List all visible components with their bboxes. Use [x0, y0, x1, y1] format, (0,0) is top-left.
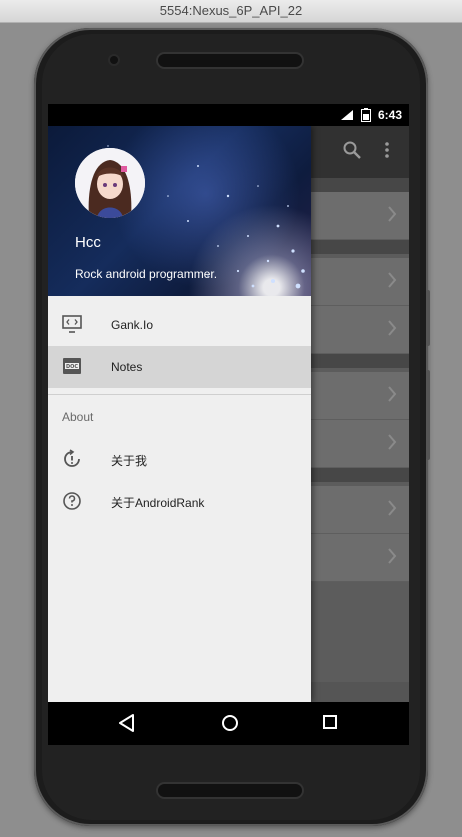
info-refresh-icon: [64, 449, 80, 467]
avatar-image: [75, 148, 145, 218]
status-time: 6:43: [377, 108, 402, 122]
power-button[interactable]: [426, 290, 430, 346]
chevron-right-icon: [388, 386, 397, 402]
chevron-right-icon: [388, 500, 397, 516]
chevron-right-icon: [388, 206, 397, 222]
status-bar: 6:43: [48, 104, 409, 126]
code-monitor-icon: [62, 315, 82, 333]
drawer-item-label: 关于我: [111, 454, 148, 468]
signal-icon: [341, 110, 353, 120]
doc-icon: DOC: [63, 358, 81, 374]
drawer-item-gank-io[interactable]: Gank.Io: [48, 304, 311, 346]
drawer-header: Hcc Rock android programmer.: [48, 126, 311, 296]
drawer-bio: Rock android programmer.: [75, 267, 218, 281]
drawer-item-about-androidrank[interactable]: 关于AndroidRank: [48, 480, 311, 522]
avatar[interactable]: [75, 148, 145, 218]
drawer-divider: [48, 394, 311, 395]
chevron-right-icon: [388, 320, 397, 336]
battery-icon: [361, 108, 371, 122]
chevron-right-icon: [388, 272, 397, 288]
drawer-section-title: About: [62, 410, 94, 424]
drawer-username: Hcc: [75, 234, 101, 251]
drawer-item-label: Notes: [111, 360, 143, 374]
drawer-item-notes[interactable]: DOC Notes: [48, 346, 311, 388]
back-icon[interactable]: [118, 713, 136, 733]
more-vert-icon[interactable]: [384, 140, 390, 160]
drawer-item-about-me[interactable]: 关于我: [48, 438, 311, 480]
chevron-right-icon: [388, 548, 397, 564]
home-icon[interactable]: [220, 713, 240, 733]
search-icon[interactable]: [342, 140, 362, 160]
navigation-drawer: Hcc Rock android programmer. Gank.Io DOC…: [48, 126, 311, 702]
system-nav-bar: [48, 702, 409, 745]
window-title: 5554:Nexus_6P_API_22: [0, 0, 462, 23]
bottom-speaker: [158, 784, 302, 797]
drawer-item-label: Gank.Io: [111, 318, 154, 332]
recents-icon[interactable]: [322, 714, 338, 730]
front-camera: [110, 56, 118, 64]
volume-button[interactable]: [426, 370, 430, 460]
top-speaker: [158, 54, 302, 67]
svg-text:DOC: DOC: [66, 364, 78, 370]
help-circle-icon: [63, 492, 81, 510]
device-screen: 6:43 Hcc Rock android programmer. Gank.I…: [48, 104, 409, 745]
drawer-item-label: 关于AndroidRank: [111, 496, 205, 510]
chevron-right-icon: [388, 434, 397, 450]
